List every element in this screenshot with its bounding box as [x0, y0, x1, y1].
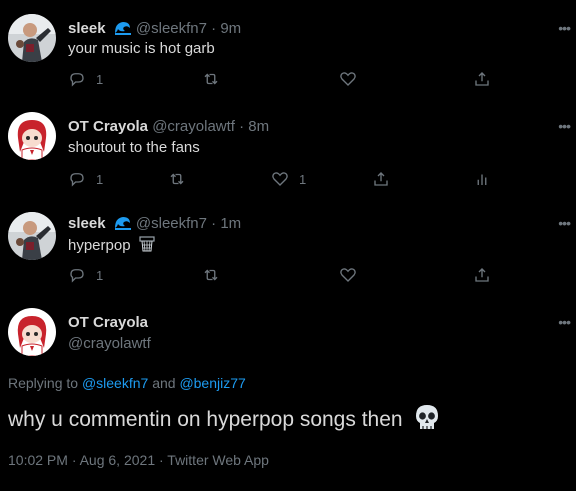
more-options-icon[interactable]: ••• [558, 215, 571, 231]
action-bar: 1 [68, 70, 491, 90]
timestamp[interactable]: 9m [220, 20, 241, 37]
avatar[interactable] [8, 112, 56, 160]
tweet-text-container: hyperpop [68, 236, 155, 254]
tweet-thread: { "replies": [ { "name": "sleek", "badge… [0, 0, 576, 491]
reply-button[interactable]: 1 [68, 70, 103, 88]
reply-count: 1 [96, 171, 104, 187]
reply-icon [70, 73, 84, 87]
user-handle[interactable]: @crayolawtf [68, 335, 151, 352]
separator-dot: · [239, 118, 245, 135]
retweet-button[interactable] [202, 70, 220, 88]
like-count: 1 [299, 171, 307, 187]
display-name[interactable]: sleek [68, 215, 106, 232]
replying-prefix: Replying to [8, 375, 79, 391]
more-options-icon[interactable]: ••• [558, 314, 571, 330]
timestamp[interactable]: 8m [248, 118, 269, 135]
share-button[interactable] [473, 70, 491, 88]
heart-icon [340, 72, 356, 86]
user-handle[interactable]: @crayolawtf [152, 118, 235, 135]
retweet-button[interactable] [168, 170, 186, 188]
analytics-icon [477, 174, 487, 185]
reply-icon [70, 173, 84, 187]
mention-link[interactable]: @sleekfn7 [82, 375, 148, 391]
reply-tweet[interactable]: sleek @sleekfn7 · 1m ••• hyperpop 1 [0, 200, 576, 300]
retweet-button[interactable] [202, 266, 220, 284]
display-name[interactable]: sleek [68, 20, 106, 37]
avatar[interactable] [8, 14, 56, 62]
separator-dot: · [211, 215, 217, 232]
share-icon [475, 72, 489, 86]
share-button[interactable] [473, 266, 491, 284]
more-options-icon[interactable]: ••• [558, 118, 571, 134]
replying-to: Replying to @sleekfn7 and @benjiz77 [8, 375, 246, 391]
retweet-icon [204, 73, 218, 85]
like-button[interactable] [339, 70, 357, 88]
reply-button[interactable]: 1 [68, 170, 103, 188]
replying-and: and [152, 375, 176, 391]
retweet-icon [204, 269, 218, 281]
author-block: OT Crayola @crayolawtf [68, 314, 151, 352]
reply-count: 1 [96, 71, 104, 87]
tweet-header: sleek @sleekfn7 · 9m [68, 20, 241, 37]
user-handle[interactable]: @sleekfn7 [136, 20, 207, 37]
share-icon [475, 268, 489, 282]
reply-tweet[interactable]: sleek @sleekfn7 · 9m ••• your music is h… [0, 0, 576, 100]
action-bar: 1 1 [68, 170, 488, 190]
reply-tweet[interactable]: OT Crayola @crayolawtf · 8m ••• shoutout… [0, 100, 576, 200]
avatar[interactable] [8, 308, 56, 356]
retweet-icon [170, 173, 184, 185]
reply-button[interactable]: 1 [68, 266, 103, 284]
reply-count: 1 [96, 267, 104, 283]
main-tweet-text-container: why u commentin on hyperpop songs then [8, 404, 440, 432]
tweet-header: sleek @sleekfn7 · 1m [68, 215, 241, 232]
tweet-text: your music is hot garb [68, 40, 215, 57]
reply-icon [70, 269, 84, 283]
more-options-icon[interactable]: ••• [558, 20, 571, 36]
display-name[interactable]: OT Crayola [68, 314, 151, 331]
timestamp[interactable]: 1m [220, 215, 241, 232]
avatar[interactable] [8, 212, 56, 260]
tweet-meta[interactable]: 10:02 PM · Aug 6, 2021 · Twitter Web App [8, 452, 269, 468]
separator-dot: · [211, 20, 217, 37]
skull-icon [414, 404, 440, 432]
main-tweet-text: why u commentin on hyperpop songs then [8, 408, 403, 431]
analytics-button[interactable] [473, 170, 491, 188]
tweet-text: hyperpop [68, 237, 131, 254]
display-name[interactable]: OT Crayola [68, 118, 148, 135]
wave-icon [114, 20, 132, 35]
share-icon [374, 172, 388, 186]
like-button[interactable]: 1 [271, 170, 306, 188]
basketball-hoop-icon [139, 236, 155, 252]
tweet-header: OT Crayola @crayolawtf · 8m [68, 118, 269, 135]
user-handle[interactable]: @sleekfn7 [136, 215, 207, 232]
tweet-text: shoutout to the fans [68, 139, 200, 156]
mention-link[interactable]: @benjiz77 [179, 375, 245, 391]
heart-icon [272, 172, 288, 186]
share-button[interactable] [372, 170, 390, 188]
heart-icon [340, 268, 356, 282]
action-bar: 1 [68, 266, 491, 286]
wave-icon [114, 215, 132, 230]
like-button[interactable] [339, 266, 357, 284]
